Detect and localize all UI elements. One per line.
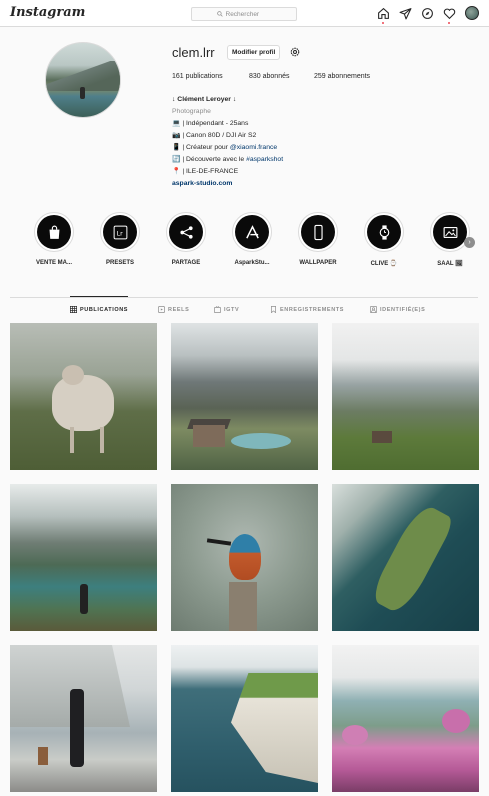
nav-icons: [377, 6, 479, 24]
bio-line: 📱 | Créateur pour @xiaomi.france: [172, 144, 278, 151]
posts-count: 161 publications: [172, 73, 223, 80]
post-thumbnail[interactable]: [332, 484, 479, 631]
image-frame-icon: [443, 226, 457, 238]
profile-bio: ↓ Clément Leroyer ↓ Photographe 💻 | Indé…: [172, 94, 283, 190]
tag-icon: [370, 306, 377, 313]
tab-publications[interactable]: PUBLICATIONS: [70, 306, 128, 313]
home-icon[interactable]: [377, 7, 390, 24]
tab-reels[interactable]: REELS: [158, 306, 189, 313]
following-count[interactable]: 259 abonnements: [314, 73, 370, 80]
grid-icon: [70, 306, 77, 313]
gear-icon[interactable]: [289, 46, 301, 58]
edit-profile-button[interactable]: Modifier profil: [227, 45, 281, 60]
tab-saved[interactable]: ENREGISTREMENTS: [270, 306, 344, 313]
bio-fullname: ↓ Clément Leroyer ↓: [172, 96, 237, 103]
svg-text:Lr: Lr: [116, 229, 123, 237]
bio-hashtag-link[interactable]: #asparkshot: [246, 156, 283, 163]
highlight-wallpaper[interactable]: WALLPAPER: [294, 212, 342, 266]
post-thumbnail[interactable]: [10, 323, 157, 470]
notification-dot: [382, 21, 384, 24]
highlight-presets[interactable]: Lr PRESETS: [96, 212, 144, 266]
phone-icon: [313, 224, 323, 240]
post-thumbnail[interactable]: [171, 323, 318, 470]
profile-picture[interactable]: [45, 42, 121, 118]
search-icon: [216, 11, 223, 17]
bio-line: 📍 | ILE-DE-FRANCE: [172, 168, 239, 175]
post-thumbnail[interactable]: [332, 645, 479, 792]
heart-icon[interactable]: [443, 7, 456, 24]
active-tab-indicator: [70, 296, 128, 297]
highlight-partage[interactable]: PARTAGE: [162, 212, 210, 266]
bio-mention-link[interactable]: @xiaomi.france: [230, 144, 277, 151]
tabs-divider: [10, 297, 478, 298]
bio-line: 📷 | Canon 80D / DJI Air S2: [172, 132, 257, 139]
shopping-bag-icon: [49, 225, 59, 239]
highlight-clive[interactable]: CLIVE ⌚: [360, 212, 408, 267]
profile-username: clem.lrr: [172, 45, 215, 60]
bookmark-icon: [271, 306, 276, 313]
notification-dot: [448, 21, 450, 24]
followers-count[interactable]: 830 abonnés: [249, 73, 289, 80]
bio-website-link[interactable]: aspark-studio.com: [172, 178, 283, 190]
highlight-aspark[interactable]: AsparkStu...: [228, 212, 276, 266]
tab-igtv[interactable]: IGTV: [214, 306, 239, 313]
top-navbar: Instagram: [0, 0, 489, 27]
post-thumbnail[interactable]: [171, 645, 318, 792]
post-thumbnail[interactable]: [10, 645, 157, 792]
tab-tagged[interactable]: IDENTIFIÉ(E)S: [370, 306, 425, 313]
reels-icon: [158, 306, 165, 313]
profile-avatar-nav[interactable]: [465, 6, 479, 20]
bio-line: 🔄 | Découverte avec le #asparkshot: [172, 156, 284, 163]
bio-line: 💻 | Indépendant - 25ans: [172, 120, 249, 127]
highlights-next-chevron-icon[interactable]: ›: [464, 237, 475, 248]
bio-category: Photographe: [172, 108, 211, 115]
explore-compass-icon[interactable]: [421, 7, 434, 20]
watch-icon: [379, 224, 389, 240]
igtv-icon: [214, 306, 221, 313]
highlight-vente[interactable]: VENTE MA...: [30, 212, 78, 266]
share-icon: [179, 225, 193, 239]
search-input[interactable]: [225, 10, 272, 18]
post-thumbnail[interactable]: [10, 484, 157, 631]
post-thumbnail[interactable]: [171, 484, 318, 631]
story-highlights: VENTE MA... Lr PRESETS PARTAGE AsparkStu…: [0, 212, 489, 274]
instagram-logo[interactable]: Instagram: [10, 5, 85, 20]
direct-message-icon[interactable]: [399, 7, 412, 20]
lightroom-icon: Lr: [113, 225, 127, 239]
post-thumbnail[interactable]: [332, 323, 479, 470]
aspark-logo-icon: [245, 224, 259, 239]
search-box[interactable]: [191, 7, 297, 21]
